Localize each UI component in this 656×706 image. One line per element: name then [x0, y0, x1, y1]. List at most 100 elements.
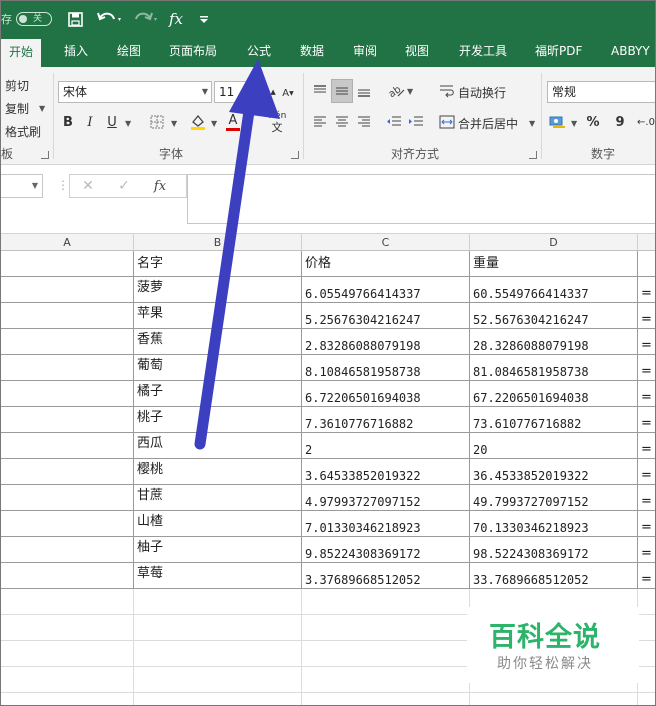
cell[interactable] — [302, 667, 470, 693]
italic-button[interactable]: I — [81, 111, 99, 133]
cell[interactable] — [638, 251, 655, 277]
insert-function-icon[interactable]: fx — [142, 179, 178, 194]
cell[interactable]: 甘蔗 — [134, 485, 302, 511]
cell[interactable]: 名字 — [134, 251, 302, 277]
cell[interactable] — [1, 407, 134, 433]
cell[interactable]: = — [638, 277, 655, 303]
cell[interactable]: 桃子 — [134, 407, 302, 433]
phonetic-guide-icon[interactable]: wén 文 — [263, 109, 291, 135]
orientation-icon[interactable]: ab — [383, 79, 409, 103]
table-row[interactable]: 菠萝 6.05549766414337 60.5549766414337 = — [1, 277, 655, 303]
borders-dropdown-icon[interactable]: ▼ — [171, 119, 177, 128]
tab-review[interactable]: 审阅 — [353, 37, 377, 67]
cell[interactable] — [638, 693, 655, 705]
empty-row[interactable] — [1, 693, 655, 705]
table-row[interactable]: 苹果 5.25676304216247 52.5676304216247 = — [1, 303, 655, 329]
cell[interactable]: 7.01330346218923 — [302, 511, 470, 537]
cell[interactable]: 6.05549766414337 — [302, 277, 470, 303]
cell[interactable]: 5.25676304216247 — [302, 303, 470, 329]
table-row[interactable]: 桃子 7.3610776716882 73.610776716882 = — [1, 407, 655, 433]
cell[interactable]: 36.4533852019322 — [470, 459, 638, 485]
comma-style-button[interactable]: 9 — [611, 111, 629, 133]
fill-color-icon[interactable] — [187, 111, 209, 133]
align-bottom-icon[interactable] — [353, 79, 375, 103]
cell[interactable]: 3.37689668512052 — [302, 563, 470, 589]
underline-button[interactable]: U — [103, 111, 121, 133]
table-row[interactable]: 甘蔗 4.97993727097152 49.7993727097152 = — [1, 485, 655, 511]
copy-dropdown-icon[interactable]: ▼ — [39, 104, 45, 113]
tab-home[interactable]: 开始 — [1, 39, 42, 67]
tab-developer[interactable]: 开发工具 — [459, 37, 507, 67]
table-row[interactable]: 樱桃 3.64533852019322 36.4533852019322 = — [1, 459, 655, 485]
cell[interactable]: = — [638, 459, 655, 485]
cell[interactable] — [638, 641, 655, 667]
cell[interactable]: 6.72206501694038 — [302, 381, 470, 407]
tab-view[interactable]: 视图 — [405, 37, 429, 67]
table-row[interactable]: 柚子 9.85224308369172 98.5224308369172 = — [1, 537, 655, 563]
autosave-switch[interactable]: 关 — [16, 12, 52, 26]
cell[interactable]: = — [638, 563, 655, 589]
tab-page-layout[interactable]: 页面布局 — [169, 37, 217, 67]
copy-button[interactable]: 复制 — [5, 100, 29, 117]
decrease-indent-icon[interactable] — [383, 111, 405, 133]
cell[interactable]: 3.64533852019322 — [302, 459, 470, 485]
formula-bar-grip-icon[interactable]: ⋮ — [57, 178, 69, 192]
cell[interactable]: = — [638, 407, 655, 433]
cell[interactable]: 4.97993727097152 — [302, 485, 470, 511]
cell[interactable]: 73.610776716882 — [470, 407, 638, 433]
wrap-text-icon[interactable] — [437, 81, 457, 101]
cell[interactable]: 33.7689668512052 — [470, 563, 638, 589]
cell[interactable] — [1, 485, 134, 511]
cell[interactable] — [638, 615, 655, 641]
cell[interactable]: 香蕉 — [134, 329, 302, 355]
bold-button[interactable]: B — [59, 111, 77, 133]
enter-icon[interactable]: ✓ — [106, 178, 142, 194]
cell[interactable] — [638, 589, 655, 615]
cell[interactable]: 8.10846581958738 — [302, 355, 470, 381]
cell[interactable]: 81.0846581958738 — [470, 355, 638, 381]
cell[interactable]: 橘子 — [134, 381, 302, 407]
tab-abbyy[interactable]: ABBYY — [611, 37, 650, 67]
increase-indent-icon[interactable] — [405, 111, 427, 133]
cancel-icon[interactable]: ✕ — [70, 178, 106, 194]
cell[interactable] — [302, 589, 470, 615]
alignment-launcher-icon[interactable] — [529, 151, 537, 159]
table-row[interactable]: 草莓 3.37689668512052 33.7689668512052 = — [1, 563, 655, 589]
table-row[interactable]: 山楂 7.01330346218923 70.1330346218923 = — [1, 511, 655, 537]
cell[interactable]: 7.3610776716882 — [302, 407, 470, 433]
accounting-dropdown-icon[interactable]: ▼ — [571, 119, 577, 128]
cell[interactable]: 葡萄 — [134, 355, 302, 381]
column-header-c[interactable]: C — [302, 234, 470, 251]
cell[interactable] — [1, 537, 134, 563]
font-name-select[interactable]: 宋体 ▼ — [58, 81, 212, 103]
cell[interactable]: 樱桃 — [134, 459, 302, 485]
cell[interactable] — [302, 641, 470, 667]
align-top-icon[interactable] — [309, 79, 331, 103]
underline-dropdown-icon[interactable]: ▼ — [125, 119, 131, 128]
cell[interactable] — [1, 433, 134, 459]
borders-icon[interactable] — [145, 111, 169, 133]
cell[interactable] — [302, 615, 470, 641]
tab-foxit-pdf[interactable]: 福昕PDF — [535, 37, 582, 67]
cell[interactable]: 98.5224308369172 — [470, 537, 638, 563]
accounting-format-icon[interactable] — [547, 111, 569, 133]
cell[interactable] — [1, 277, 134, 303]
cell[interactable] — [638, 667, 655, 693]
cell[interactable] — [1, 381, 134, 407]
tab-insert[interactable]: 插入 — [64, 37, 88, 67]
shrink-font-icon[interactable]: A ▼ — [281, 83, 295, 103]
merge-center-icon[interactable] — [437, 112, 457, 132]
cell[interactable]: = — [638, 355, 655, 381]
tab-formulas[interactable]: 公式 — [247, 37, 271, 67]
cell[interactable]: 67.2206501694038 — [470, 381, 638, 407]
table-row[interactable]: 香蕉 2.83286088079198 28.3286088079198 = — [1, 329, 655, 355]
cell[interactable] — [134, 667, 302, 693]
cell[interactable]: 20 — [470, 433, 638, 459]
redo-icon[interactable] — [131, 9, 161, 29]
cell[interactable] — [1, 511, 134, 537]
clipboard-launcher-icon[interactable] — [41, 151, 49, 159]
cell[interactable]: = — [638, 485, 655, 511]
column-header-d[interactable]: D — [470, 234, 638, 251]
cell[interactable] — [470, 693, 638, 705]
cell[interactable]: 70.1330346218923 — [470, 511, 638, 537]
